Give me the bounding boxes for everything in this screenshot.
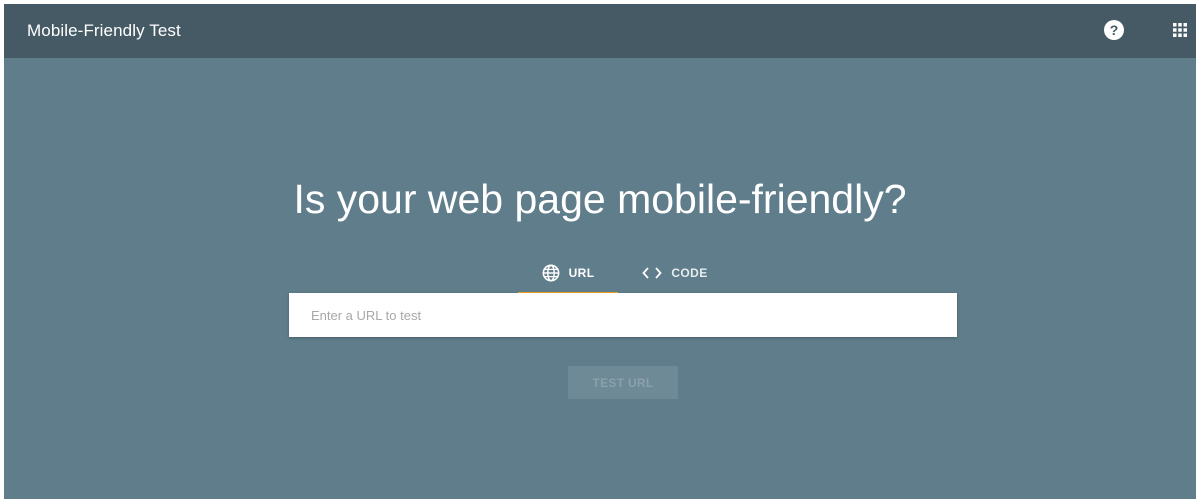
tab-code-label: CODE	[671, 265, 708, 280]
globe-icon	[542, 264, 560, 282]
tab-url[interactable]: URL	[518, 253, 618, 295]
code-brackets-icon	[642, 266, 663, 280]
test-url-button[interactable]: TEST URL	[568, 366, 678, 399]
page-headline: Is your web page mobile-friendly?	[293, 176, 907, 222]
tab-code[interactable]: CODE	[618, 253, 732, 292]
app-title: Mobile-Friendly Test	[27, 21, 181, 40]
help-icon[interactable]: ?	[1104, 20, 1124, 40]
url-input[interactable]	[289, 293, 957, 337]
top-app-bar: Mobile-Friendly Test ?	[4, 4, 1196, 58]
tab-url-label: URL	[568, 265, 595, 280]
apps-grid-icon[interactable]	[1172, 22, 1188, 38]
app-frame: Mobile-Friendly Test ? Is your web page …	[4, 4, 1196, 499]
